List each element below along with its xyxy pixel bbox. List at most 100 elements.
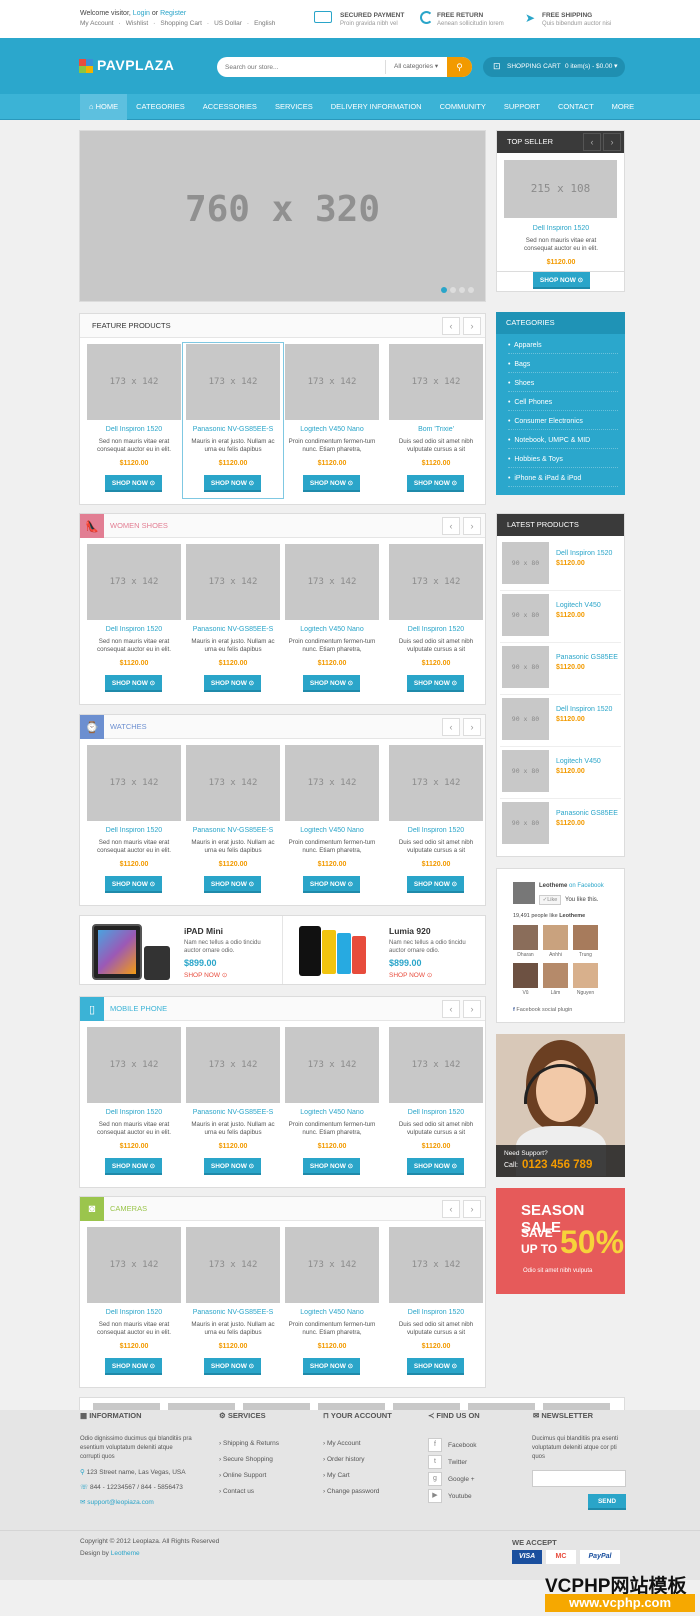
product-image[interactable]: 173 x 142: [285, 1027, 379, 1103]
shop-now-button[interactable]: SHOP NOW ⊙: [303, 876, 360, 893]
chevron-right-icon[interactable]: ›: [463, 517, 481, 535]
wishlist-link[interactable]: Wishlist: [126, 20, 148, 27]
product-image[interactable]: 173 x 142: [389, 1027, 483, 1103]
nav-support[interactable]: Support: [495, 94, 549, 120]
nav-delivery[interactable]: Delivery Information: [322, 94, 431, 120]
latest-product-image[interactable]: 90 x 80: [502, 750, 549, 792]
latest-product-name[interactable]: Logitech V450: [556, 602, 601, 609]
product-name[interactable]: Panasonic NV-GS85EE-S: [185, 1309, 281, 1316]
shop-now-button[interactable]: SHOP NOW ⊙: [407, 876, 464, 893]
top-seller-image[interactable]: 215 x 108: [504, 160, 617, 218]
footer-services-link[interactable]: › Online Support: [219, 1472, 266, 1479]
shop-now-button[interactable]: SHOP NOW ⊙: [303, 1358, 360, 1375]
register-link[interactable]: Register: [160, 10, 186, 17]
facebook-page-name[interactable]: Leotheme: [539, 883, 567, 889]
language-select[interactable]: English: [254, 20, 275, 27]
chevron-right-icon[interactable]: ›: [463, 718, 481, 736]
product-name[interactable]: Logitech V450 Nano: [284, 827, 380, 834]
shop-now-button[interactable]: SHOP NOW ⊙: [407, 475, 464, 492]
category-item[interactable]: • Consumer Electronics: [508, 418, 618, 430]
chevron-right-icon[interactable]: ›: [463, 1000, 481, 1018]
my-account-link[interactable]: My Account: [80, 20, 114, 27]
promo-cta[interactable]: SHOP NOW ⊙: [184, 971, 227, 979]
shop-now-button[interactable]: SHOP NOW ⊙: [204, 876, 261, 893]
slider-dot[interactable]: [441, 287, 447, 293]
nav-services[interactable]: Services: [266, 94, 322, 120]
product-image[interactable]: 173 x 142: [186, 1027, 280, 1103]
latest-product-image[interactable]: 90 x 80: [502, 698, 549, 740]
top-seller-shop-button[interactable]: SHOP NOW ⊙: [533, 272, 590, 289]
product-image[interactable]: 173 x 142: [186, 544, 280, 620]
product-name[interactable]: Dell Inspiron 1520: [86, 827, 182, 834]
product-image[interactable]: 173 x 142: [186, 745, 280, 821]
product-image[interactable]: 173 x 142: [285, 544, 379, 620]
slider-dot[interactable]: [459, 287, 465, 293]
product-name[interactable]: Dell Inspiron 1520: [86, 626, 182, 633]
chevron-left-icon[interactable]: ‹: [442, 317, 460, 335]
footer-account-link[interactable]: › My Cart: [323, 1472, 350, 1479]
latest-product-image[interactable]: 90 x 80: [502, 594, 549, 636]
latest-product-image[interactable]: 90 x 80: [502, 542, 549, 584]
shop-now-button[interactable]: SHOP NOW ⊙: [105, 1358, 162, 1375]
footer-services-link[interactable]: › Shipping & Returns: [219, 1440, 279, 1447]
social-link[interactable]: Facebook: [448, 1442, 477, 1449]
category-item[interactable]: • Bags: [508, 361, 618, 373]
nav-accessories[interactable]: Accessories: [194, 94, 266, 120]
social-link[interactable]: Youtube: [448, 1493, 472, 1500]
footer-services-link[interactable]: › Secure Shopping: [219, 1456, 273, 1463]
newsletter-send-button[interactable]: SEND: [588, 1494, 626, 1510]
chevron-right-icon[interactable]: ›: [463, 1200, 481, 1218]
shop-now-button[interactable]: SHOP NOW ⊙: [303, 475, 360, 492]
product-name[interactable]: Panasonic NV-GS85EE-S: [185, 1109, 281, 1116]
product-image[interactable]: 173 x 142: [87, 1227, 181, 1303]
footer-account-link[interactable]: › Order history: [323, 1456, 365, 1463]
product-name[interactable]: Panasonic NV-GS85EE-S: [185, 426, 281, 433]
facebook-friend-avatar[interactable]: [573, 925, 598, 950]
category-item[interactable]: • Apparels: [508, 342, 618, 354]
support-banner[interactable]: Need Support? Call: 0123 456 789: [496, 1034, 625, 1177]
product-image[interactable]: 173 x 142: [389, 745, 483, 821]
product-image[interactable]: 173 x 142: [285, 1227, 379, 1303]
shop-now-button[interactable]: SHOP NOW ⊙: [407, 1358, 464, 1375]
slider-dot[interactable]: [468, 287, 474, 293]
facebook-friend-avatar[interactable]: [573, 963, 598, 988]
chevron-left-icon[interactable]: ‹: [442, 718, 460, 736]
product-image[interactable]: 173 x 142: [285, 745, 379, 821]
twitter-icon[interactable]: t: [428, 1455, 442, 1469]
category-item[interactable]: • Hobbies & Toys: [508, 456, 618, 468]
shop-now-button[interactable]: SHOP NOW ⊙: [105, 876, 162, 893]
nav-categories[interactable]: Categories: [127, 94, 194, 120]
shop-now-button[interactable]: SHOP NOW ⊙: [407, 1158, 464, 1175]
product-name[interactable]: Logitech V450 Nano: [284, 426, 380, 433]
category-select[interactable]: All categories ▾: [385, 60, 438, 74]
promo-ipad[interactable]: iPAD Mini Nam nec tellus a odio tincidu …: [80, 916, 283, 984]
product-image[interactable]: 173 x 142: [87, 1027, 181, 1103]
shop-now-button[interactable]: SHOP NOW ⊙: [105, 1158, 162, 1175]
product-name[interactable]: Dell Inspiron 1520: [388, 827, 484, 834]
nav-community[interactable]: Community: [431, 94, 495, 120]
product-image[interactable]: 173 x 142: [186, 344, 280, 420]
chevron-left-icon[interactable]: ‹: [442, 1000, 460, 1018]
category-item[interactable]: • Shoes: [508, 380, 618, 392]
product-image[interactable]: 173 x 142: [389, 344, 483, 420]
login-link[interactable]: Login: [133, 10, 150, 17]
category-item[interactable]: • iPhone & iPad & iPod: [508, 475, 618, 487]
shop-now-button[interactable]: SHOP NOW ⊙: [105, 675, 162, 692]
search-input[interactable]: [225, 60, 385, 74]
product-image[interactable]: 173 x 142: [87, 745, 181, 821]
product-image[interactable]: 173 x 142: [87, 344, 181, 420]
promo-lumia[interactable]: Lumia 920 Nam nec tellus a odio tincidu …: [284, 916, 485, 984]
product-image[interactable]: 173 x 142: [389, 544, 483, 620]
product-image[interactable]: 173 x 142: [389, 1227, 483, 1303]
product-name[interactable]: Logitech V450 Nano: [284, 1109, 380, 1116]
top-seller-name[interactable]: Dell Inspiron 1520: [513, 225, 609, 232]
shop-now-button[interactable]: SHOP NOW ⊙: [204, 475, 261, 492]
product-image[interactable]: 173 x 142: [285, 344, 379, 420]
product-name[interactable]: Dell Inspiron 1520: [86, 426, 182, 433]
chevron-right-icon[interactable]: ›: [463, 317, 481, 335]
shopping-cart-link[interactable]: Shopping Cart: [160, 20, 202, 27]
latest-product-name[interactable]: Panasonic GS85EE: [556, 810, 618, 817]
shop-now-button[interactable]: SHOP NOW ⊙: [204, 675, 261, 692]
nav-home[interactable]: ⌂ Home: [80, 94, 128, 120]
cart-widget[interactable]: ⊡ SHOPPING CART 0 item(s) - $0.00 ▾: [483, 57, 625, 77]
